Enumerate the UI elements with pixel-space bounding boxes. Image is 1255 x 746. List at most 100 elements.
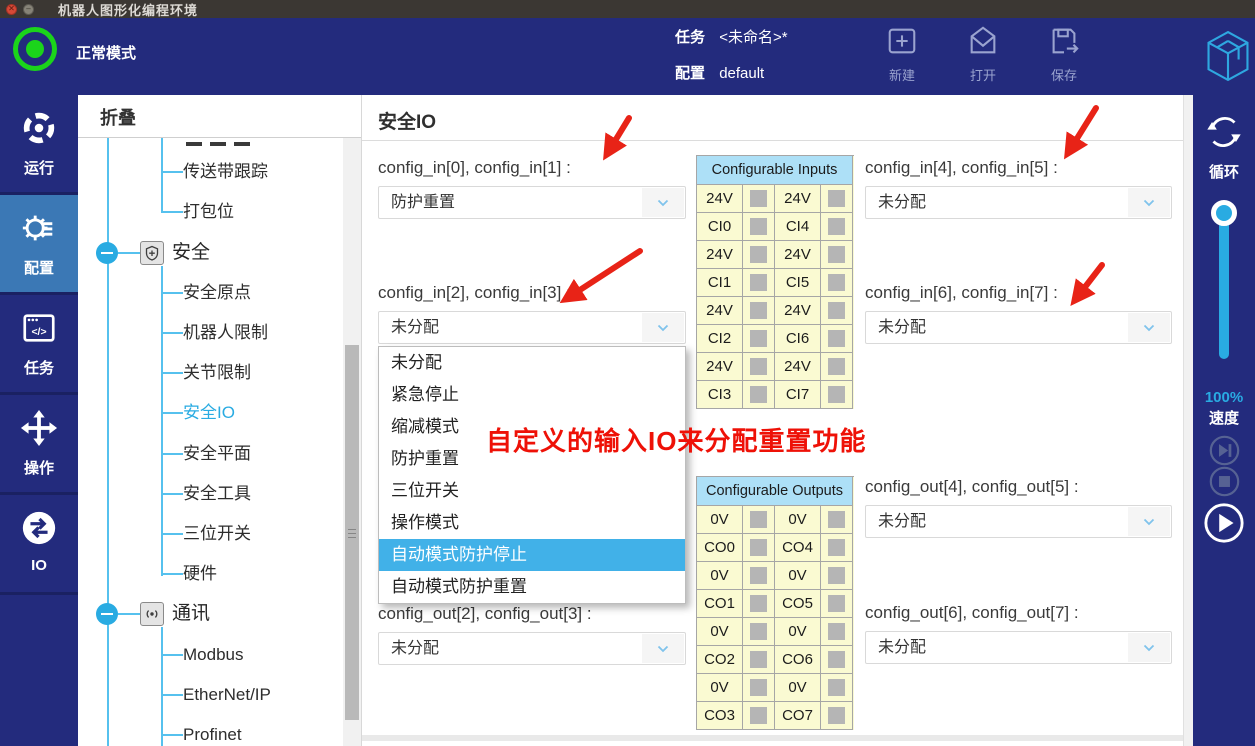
terminal-indicator — [750, 567, 767, 584]
collapse-toggle[interactable] — [96, 603, 118, 625]
sidebar-item-运行[interactable]: 运行 — [0, 95, 78, 195]
configurable-inputs-table: Configurable Inputs24V24VCI0CI424V24VCI1… — [696, 155, 854, 409]
tree-connector — [161, 694, 183, 696]
table-cell — [821, 297, 853, 325]
window-minimize-button[interactable]: – — [23, 4, 34, 15]
chevron-down-icon — [642, 188, 684, 217]
tree-item-硬件[interactable]: 硬件 — [78, 560, 326, 588]
pin-label: CI6 — [786, 330, 809, 347]
tree-item-机器人限制[interactable]: 机器人限制 — [78, 319, 326, 347]
collapse-toggle[interactable] — [96, 242, 118, 264]
pin-label: CO2 — [704, 651, 735, 668]
tree-item-clipped[interactable] — [78, 138, 278, 146]
speed-slider-track[interactable] — [1219, 213, 1229, 359]
table-cell — [821, 269, 853, 297]
chevron-down-icon — [1128, 313, 1170, 342]
terminal-indicator — [750, 595, 767, 612]
config-in-45-field: config_in[4], config_in[5] : 未分配 — [865, 158, 1172, 219]
pin-label: CI0 — [708, 218, 731, 235]
terminal-indicator — [828, 218, 845, 235]
tree-item-打包位[interactable]: 打包位 — [78, 198, 326, 226]
open-file-button[interactable]: 打开 — [965, 24, 1001, 84]
config-out-23-select[interactable]: 未分配 — [378, 632, 686, 665]
shield-icon — [140, 241, 164, 265]
play-button[interactable] — [1203, 502, 1245, 549]
table-cell — [821, 213, 853, 241]
tree-item-安全原点[interactable]: 安全原点 — [78, 279, 326, 307]
io-icon — [20, 509, 58, 552]
sidebar-item-任务[interactable]: </>任务 — [0, 295, 78, 395]
window-close-button[interactable]: ✕ — [6, 4, 17, 15]
tree-item-传送带跟踪[interactable]: 传送带跟踪 — [78, 158, 326, 186]
loop-icon[interactable] — [1203, 111, 1245, 158]
dropdown-option[interactable]: 紧急停止 — [379, 379, 685, 411]
tree-connector — [118, 613, 140, 615]
speed-percent: 100% — [1193, 389, 1255, 406]
tree-item-通讯[interactable]: 通讯 — [78, 600, 326, 628]
mode-label: 正常模式 — [76, 42, 136, 63]
tree-item-安全工具[interactable]: 安全工具 — [78, 480, 326, 508]
config-in-01-select[interactable]: 防护重置 — [378, 186, 686, 219]
terminal-indicator — [750, 358, 767, 375]
config-in-45-select[interactable]: 未分配 — [865, 186, 1172, 219]
pin-label: CO5 — [782, 595, 813, 612]
chevron-down-icon — [1128, 507, 1170, 536]
dropdown-option[interactable]: 操作模式 — [379, 507, 685, 539]
main-scrollbar[interactable] — [1183, 95, 1193, 746]
tree-item-安全IO[interactable]: 安全IO — [78, 399, 326, 427]
pin-label: CO4 — [782, 539, 813, 556]
tree-connector — [161, 573, 183, 575]
tree-item-安全平面[interactable]: 安全平面 — [78, 440, 326, 468]
tree-item-EtherNet/IP[interactable]: EtherNet/IP — [78, 681, 326, 709]
tree-item-三位开关[interactable]: 三位开关 — [78, 520, 326, 548]
dropdown-option[interactable]: 未分配 — [379, 347, 685, 379]
window-title: 机器人图形化编程环境 — [58, 0, 198, 19]
save-button[interactable]: 保存 — [1046, 24, 1082, 84]
tree-scrollbar-thumb[interactable] — [345, 345, 359, 720]
left-nav: 运行配置</>任务操作IO — [0, 95, 78, 746]
pin-label: CI3 — [708, 386, 731, 403]
chevron-down-icon — [642, 313, 684, 342]
dropdown-option[interactable]: 三位开关 — [379, 475, 685, 507]
pin-label: 24V — [784, 190, 811, 207]
sidebar-item-配置[interactable]: 配置 — [0, 195, 78, 295]
chevron-down-icon — [642, 634, 684, 663]
config-in-23-field: config_in[2], config_in[3] : 未分配 — [378, 283, 686, 344]
table-cell: 24V — [775, 297, 821, 325]
tree-item-Profinet[interactable]: Profinet — [78, 721, 326, 746]
tree-item-label: 传送带跟踪 — [183, 158, 268, 186]
sidebar-item-操作[interactable]: 操作 — [0, 395, 78, 495]
config-in-23-select[interactable]: 未分配 — [378, 311, 686, 344]
nav-label: 运行 — [24, 157, 54, 178]
config-out-45-select[interactable]: 未分配 — [865, 505, 1172, 538]
terminal-indicator — [828, 539, 845, 556]
tree-item-关节限制[interactable]: 关节限制 — [78, 359, 326, 387]
table-cell — [743, 297, 775, 325]
collapse-button[interactable]: 折叠 — [100, 104, 136, 130]
operate-icon — [20, 409, 58, 452]
sidebar-item-IO[interactable]: IO — [0, 495, 78, 595]
action-label: 保存 — [1051, 65, 1077, 84]
terminal-indicator — [750, 246, 767, 263]
table-cell: CO7 — [775, 702, 821, 730]
table-cell — [743, 381, 775, 409]
table-cell — [821, 381, 853, 409]
tree-item-安全[interactable]: 安全 — [78, 239, 326, 267]
tree-item-label: 安全IO — [183, 399, 235, 427]
stop-button[interactable] — [1209, 466, 1240, 502]
tree-item-Modbus[interactable]: Modbus — [78, 641, 326, 669]
speed-slider-knob[interactable] — [1211, 200, 1237, 226]
new-file-button[interactable]: 新建 — [884, 24, 920, 84]
config-in-67-select[interactable]: 未分配 — [865, 311, 1172, 344]
table-cell: 0V — [775, 506, 821, 534]
tree-section-label: 通讯 — [172, 600, 210, 628]
table-cell: CO3 — [697, 702, 743, 730]
dropdown-option[interactable]: 自动模式防护重置 — [379, 571, 685, 603]
dropdown-option[interactable]: 自动模式防护停止 — [379, 539, 685, 571]
config-label: 配置 — [675, 65, 705, 82]
config-in-23-dropdown-list: 未分配紧急停止缩减模式防护重置三位开关操作模式自动模式防护停止自动模式防护重置 — [378, 346, 686, 604]
tree-scrollbar[interactable] — [343, 138, 361, 746]
config-out-67-select[interactable]: 未分配 — [865, 631, 1172, 664]
tree-connector — [161, 412, 183, 414]
pin-label: 24V — [784, 246, 811, 263]
